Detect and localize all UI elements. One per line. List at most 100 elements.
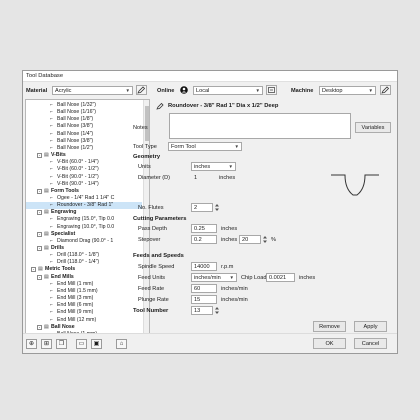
tree-tool-item[interactable]: ⌐ V-Bit (90.0° - 1/2") — [26, 174, 142, 181]
tree-item-label: V-Bit (60.0° - 1/2") — [57, 166, 99, 173]
tree-tool-item[interactable]: ⌐ End Mill (1 mm) — [26, 281, 142, 288]
chip-load-label: Chip Load — [241, 275, 267, 281]
tree-tool-item[interactable]: ⌐ V-Bit (90.0° - 1/4") — [26, 181, 142, 188]
tree-group-item[interactable]: - ▤ Metric Tools — [26, 266, 142, 273]
tree-item-label: Drills — [51, 245, 64, 251]
spin-arrows-icon[interactable] — [214, 203, 220, 212]
new-group-button[interactable]: ⊞ — [41, 339, 52, 349]
notes-textarea[interactable] — [169, 113, 351, 139]
tree-tool-item[interactable]: ⌐ Engraving (15.0°, Tip 0.0 — [26, 216, 142, 223]
tool-bit-icon: ⌐ — [50, 309, 53, 316]
tree-group-item[interactable]: - ▤ Ball Nose — [26, 324, 142, 331]
user-icon[interactable] — [180, 86, 188, 94]
tree-tool-item[interactable]: ⌐ Ball Nose (3/8") — [26, 123, 142, 130]
collapse-toggle-icon[interactable]: - — [37, 231, 42, 237]
save-button[interactable]: ▣ — [91, 339, 102, 349]
remove-button[interactable]: Remove — [313, 321, 346, 332]
spin-arrows-icon[interactable] — [214, 306, 220, 315]
tree-tool-item[interactable]: ⌐ Roundover - 3/8" Rad 1" — [26, 202, 142, 210]
feed-rate-field[interactable]: 60 — [191, 284, 217, 293]
spin-arrows-icon[interactable] — [262, 235, 268, 244]
flutes-spinbox[interactable]: 2 — [191, 203, 213, 212]
flutes-value: 2 — [194, 205, 198, 211]
tool-bit-icon: ⌐ — [50, 123, 53, 130]
tool-group-icon: ▤ — [44, 273, 49, 280]
edit-material-button[interactable] — [136, 85, 147, 95]
collapse-toggle-icon[interactable]: - — [37, 188, 42, 194]
feed-units-dropdown[interactable]: inches/min ▼ — [191, 273, 237, 282]
tree-tool-item[interactable]: ⌐ Diamond Drag (90.0° - 1 — [26, 238, 142, 245]
tree-tool-item[interactable]: ⌐ End Mill (1.5 mm) — [26, 288, 142, 295]
variables-button[interactable]: Variables — [355, 122, 391, 133]
pass-depth-field[interactable]: 0.25 — [191, 224, 217, 233]
collapse-toggle-icon[interactable]: - — [37, 324, 42, 330]
tree-tool-item[interactable]: ⌐ End Mill (3 mm) — [26, 295, 142, 302]
tree-tool-item[interactable]: ⌐ Ball Nose (1/32") — [26, 102, 142, 109]
tree-group-item[interactable]: - ▤ Drills — [26, 245, 142, 252]
import-button[interactable]: ▭ — [76, 339, 87, 349]
tree-item-label: End Mill (6 mm) — [57, 302, 94, 309]
tree-group-item[interactable]: - ▤ End Mills — [26, 274, 142, 281]
online-dropdown[interactable]: Local ▼ — [193, 86, 263, 95]
tree-tool-item[interactable]: ⌐ End Mill (6 mm) — [26, 302, 142, 309]
tree-group-item[interactable]: - ▤ Engraving — [26, 209, 142, 216]
tree-scrollbar-thumb[interactable] — [145, 106, 149, 141]
tool-profile-preview — [331, 174, 379, 196]
edit-machine-button[interactable] — [380, 85, 391, 95]
tool-type-dropdown[interactable]: Form Tool ▼ — [168, 142, 242, 151]
collapse-toggle-icon[interactable]: - — [37, 274, 42, 280]
spindle-speed-field[interactable]: 14000 — [191, 262, 217, 271]
tree-group-item[interactable]: - ▤ Form Tools — [26, 188, 142, 195]
tree-group-item[interactable]: - ▤ V-Bits — [26, 152, 142, 159]
diameter-field[interactable]: 1 — [191, 173, 215, 182]
spindle-speed-label: Spindle Speed — [138, 264, 175, 270]
machine-dropdown[interactable]: Desktop ▼ — [319, 86, 376, 95]
apply-button[interactable]: Apply — [354, 321, 387, 332]
copy-tool-button[interactable]: ❐ — [56, 339, 67, 349]
cancel-button[interactable]: Cancel — [354, 338, 387, 349]
tree-tool-item[interactable]: ⌐ Ball Nose (1/8") — [26, 116, 142, 123]
delete-button[interactable]: ⌂ — [116, 339, 127, 349]
tool-tree[interactable]: ⌐ Ball Nose (1/32") ⌐ Ball Nose (1/16") ⌐ Bal… — [25, 99, 150, 334]
sync-button[interactable] — [266, 85, 277, 95]
new-tool-button[interactable]: ⊕ — [26, 339, 37, 349]
tree-tool-item[interactable]: ⌐ Ball Nose (3/8") — [26, 138, 142, 145]
units-dropdown[interactable]: inches ▼ — [191, 162, 236, 171]
plunge-rate-field[interactable]: 15 — [191, 295, 217, 304]
tree-tool-item[interactable]: ⌐ Ball Nose (1/2") — [26, 145, 142, 152]
pencil-icon[interactable] — [156, 102, 164, 110]
stepover-percent-field[interactable]: 20 — [239, 235, 261, 244]
tree-tool-item[interactable]: ⌐ Ball Nose (1/16") — [26, 109, 142, 116]
tree-tool-item[interactable]: ⌐ End Mill (12 mm) — [26, 317, 142, 324]
tree-group-item[interactable]: - ▤ Specialist — [26, 231, 142, 238]
tree-tool-item[interactable]: ⌐ V-Bit (60.0° - 1/4") — [26, 159, 142, 166]
collapse-toggle-icon[interactable]: - — [37, 210, 42, 216]
stepover-label: Stepover — [138, 237, 161, 243]
tree-tool-item[interactable]: ⌐ End Mill (9 mm) — [26, 309, 142, 316]
chip-load-field[interactable]: 0.0021 — [266, 273, 295, 282]
tree-tool-item[interactable]: ⌐ Drill (118.0° - 1/4") — [26, 259, 142, 266]
stepover-field[interactable]: 0.2 — [191, 235, 217, 244]
tree-item-label: Metric Tools — [45, 266, 76, 273]
tree-tool-item[interactable]: ⌐ Ogee - 1/4" Rad 1 1/4" C — [26, 195, 142, 202]
material-dropdown[interactable]: Acrylic ▼ — [52, 86, 133, 95]
collapse-toggle-icon[interactable]: - — [31, 267, 36, 273]
tool-bit-icon: ⌐ — [50, 180, 53, 187]
tree-tool-item[interactable]: ⌐ Drill (118.0° - 1/8") — [26, 252, 142, 259]
tool-bit-icon: ⌐ — [50, 130, 53, 137]
tool-bit-icon: ⌐ — [50, 173, 53, 180]
tool-group-icon: ▤ — [44, 230, 49, 237]
tree-tool-item[interactable]: ⌐ Engraving (10.0°, Tip 0.0 — [26, 224, 142, 231]
tree-tool-item[interactable]: ⌐ Ball Nose (1/4") — [26, 131, 142, 138]
collapse-toggle-icon[interactable]: - — [37, 153, 42, 159]
tool-number-spinbox[interactable]: 13 — [191, 306, 213, 315]
ok-button[interactable]: OK — [313, 338, 346, 349]
tool-type-value: Form Tool — [171, 144, 196, 150]
tool-type-label: Tool Type — [133, 144, 157, 150]
cutting-heading: Cutting Parameters — [133, 216, 187, 222]
tool-bit-icon: ⌐ — [50, 102, 53, 108]
tool-number-value: 13 — [194, 308, 201, 314]
tree-tool-item[interactable]: ⌐ V-Bit (60.0° - 1/2") — [26, 166, 142, 173]
geometry-heading: Geometry — [133, 154, 161, 160]
collapse-toggle-icon[interactable]: - — [37, 246, 42, 251]
